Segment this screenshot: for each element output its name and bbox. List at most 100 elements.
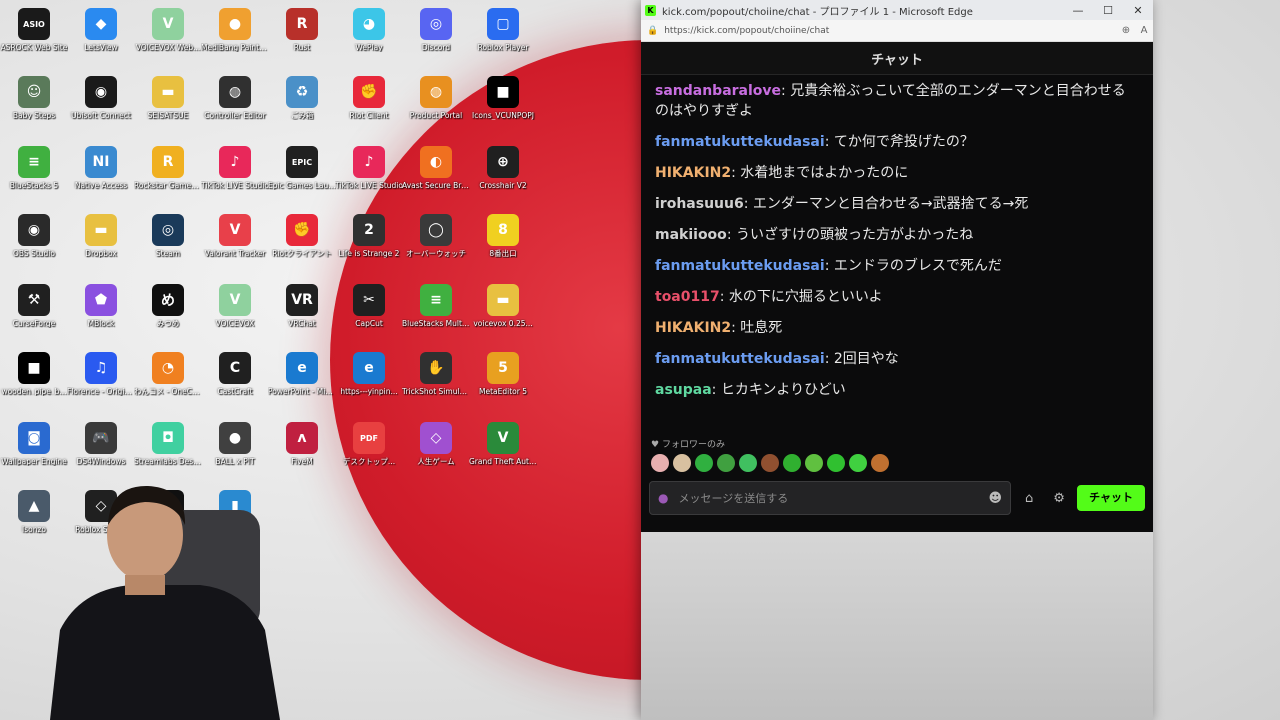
desktop-icon[interactable]: ◔ わんコメ - OneComme [134,352,202,414]
emote[interactable] [827,454,845,472]
desktop-icon[interactable]: ◘ Streamlabs Desktop [134,422,202,484]
emote[interactable] [717,454,735,472]
emote[interactable] [805,454,823,472]
desktop-icon[interactable]: 🎮 DS4Windows [67,422,135,484]
desktop-icon[interactable]: ✋ TrickShot Simulator [402,352,470,414]
chat-username[interactable]: asupaa [655,382,712,398]
chat-username[interactable]: toa0117 [655,289,720,305]
desktop-icon[interactable]: ♪ TikTok LIVE Studio [335,146,403,208]
desktop-icon[interactable]: ʌ FiveM [268,422,336,484]
desktop-icon[interactable]: ✂ CapCut [335,284,403,346]
desktop-icon[interactable]: ⬟ MBlock [67,284,135,346]
minimize-icon[interactable]: — [1063,4,1093,17]
desktop-icon[interactable]: e https---yinpin... [335,352,403,414]
desktop-icon[interactable]: めみつめ [134,284,202,346]
desktop-icon[interactable]: ✊ Riot Client [335,76,403,138]
app-icon: ✂ [353,284,385,316]
desktop-icon[interactable]: ≡ BlueStacks Multi-Instan... [402,284,470,346]
desktop-icon[interactable]: ◉ Ubisoft Connect [67,76,135,138]
webcam-overlay [50,485,280,720]
read-aloud-icon[interactable]: A [1135,25,1153,36]
desktop-icon[interactable]: ♫ Florence - Original K... [67,352,135,414]
emoji-icon[interactable]: ☻ [989,491,1003,506]
emote[interactable] [783,454,801,472]
desktop-icon[interactable]: ✊ Riotクライアント [268,214,336,276]
desktop-icon[interactable]: ■ wooden_pipe_b... [0,352,68,414]
desktop-icon[interactable]: ▬ SEISATSUE [134,76,202,138]
desktop-icon[interactable]: VR VRChat [268,284,336,346]
desktop-icon-label: ごみ箱 [290,111,314,120]
desktop-icon[interactable]: ● MediBang Paint Pro [201,8,269,70]
desktop-icon[interactable]: ▬ Dropbox [67,214,135,276]
desktop-icon[interactable]: ⚒ CurseForge [0,284,68,346]
send-chat-button[interactable]: チャット [1077,485,1145,511]
desktop-icon[interactable]: ■ Icons_VCUNPOPJ [469,76,537,138]
desktop-icon[interactable]: ◎ Steam [134,214,202,276]
desktop-icon[interactable]: V VOICEVOX Web... [134,8,202,70]
desktop-icon[interactable]: V VOICEVOX [201,284,269,346]
zoom-icon[interactable]: ⊕ [1117,25,1135,36]
desktop-icon[interactable]: ◙ Wallpaper Engine [0,422,68,484]
app-icon: め [152,284,184,316]
desktop-icon[interactable]: ◍ Controller Editor [201,76,269,138]
desktop-icon-label: VOICEVOX Web... [135,43,201,52]
desktop-icon[interactable]: ♻ ごみ箱 [268,76,336,138]
chat-message-text: : ういざすけの頭被った方がよかったね [726,227,974,243]
emote[interactable] [695,454,713,472]
desktop-icon[interactable]: C CastCraft [201,352,269,414]
emote[interactable] [761,454,779,472]
desktop-icon[interactable]: ♪ TikTok LIVE Studio [201,146,269,208]
close-icon[interactable]: ✕ [1123,4,1153,17]
desktop-icon[interactable]: ● BALL x PIT [201,422,269,484]
chat-username[interactable]: makiiooo [655,227,727,243]
desktop-icon[interactable]: V Grand Theft Auto V [469,422,537,484]
desktop-icon[interactable]: 2 Life is Strange 2 [335,214,403,276]
desktop-icon[interactable]: ◇ 人生ゲーム [402,422,470,484]
store-icon[interactable]: ⌂ [1017,491,1041,506]
desktop-icon[interactable]: ◯ オーバーウォッチ [402,214,470,276]
mic-icon[interactable]: ● [658,491,668,505]
maximize-icon[interactable]: ☐ [1093,4,1123,17]
chat-username[interactable]: fanmatukuttekudasai [655,351,825,367]
desktop-icon[interactable]: NI Native Access [67,146,135,208]
emote[interactable] [871,454,889,472]
desktop-icon[interactable]: V Valorant Tracker [201,214,269,276]
emote[interactable] [651,454,669,472]
settings-icon[interactable]: ⚙ [1047,491,1071,506]
desktop-icon[interactable]: ◉ OBS Studio [0,214,68,276]
desktop-icon[interactable]: ◆ LetsView [67,8,135,70]
desktop-icon[interactable]: R Rockstar Games Launcher [134,146,202,208]
desktop-icon[interactable]: ASIO ASROCK Web Site [0,8,68,70]
desktop-icon[interactable]: ◕ WePlay [335,8,403,70]
chat-username[interactable]: irohasuuu6 [655,196,744,212]
chat-username[interactable]: fanmatukuttekudasai [655,258,825,274]
desktop-icon[interactable]: ◐ Avast Secure Browser [402,146,470,208]
desktop-icon[interactable]: EPIC Epic Games Launcher [268,146,336,208]
desktop-icon[interactable]: ◎ Discord [402,8,470,70]
desktop-icon[interactable]: PDF デスクトップ... [335,422,403,484]
desktop-icon[interactable]: ⊕ Crosshair V2 [469,146,537,208]
app-icon: 8 [487,214,519,246]
emote[interactable] [673,454,691,472]
desktop-icon[interactable]: e PowerPoint - Microsoft 365 [268,352,336,414]
emote[interactable] [849,454,867,472]
desktop-icon[interactable]: 8 8番出口 [469,214,537,276]
desktop-icon[interactable]: ▢ Roblox Player [469,8,537,70]
desktop-icon[interactable]: ☺ Baby Steps [0,76,68,138]
emote[interactable] [739,454,757,472]
chat-username[interactable]: fanmatukuttekudasai [655,134,825,150]
desktop-icon-label: Rust [293,43,311,52]
desktop-icon[interactable]: ▬ voicevox 0.25... [469,284,537,346]
chat-username[interactable]: sandanbaralove [655,83,781,99]
chat-username[interactable]: HIKAKIN2 [655,320,731,336]
chat-input[interactable]: ● メッセージを送信する ☻ [649,481,1012,515]
desktop-icon[interactable]: 5 MetaEditor 5 [469,352,537,414]
desktop-icon-label: PowerPoint - Microsoft 365 [268,387,336,396]
desktop-icon[interactable]: ≡ BlueStacks 5 [0,146,68,208]
desktop-icon[interactable]: ◍ Product Portal [402,76,470,138]
edge-window: K kick.com/popout/choiine/chat - プロファイル … [641,0,1153,720]
desktop-icon[interactable]: R Rust [268,8,336,70]
url-text[interactable]: https://kick.com/popout/choiine/chat [664,26,1117,36]
address-bar[interactable]: 🔒 https://kick.com/popout/choiine/chat ⊕… [641,20,1153,42]
chat-username[interactable]: HIKAKIN2 [655,165,731,181]
